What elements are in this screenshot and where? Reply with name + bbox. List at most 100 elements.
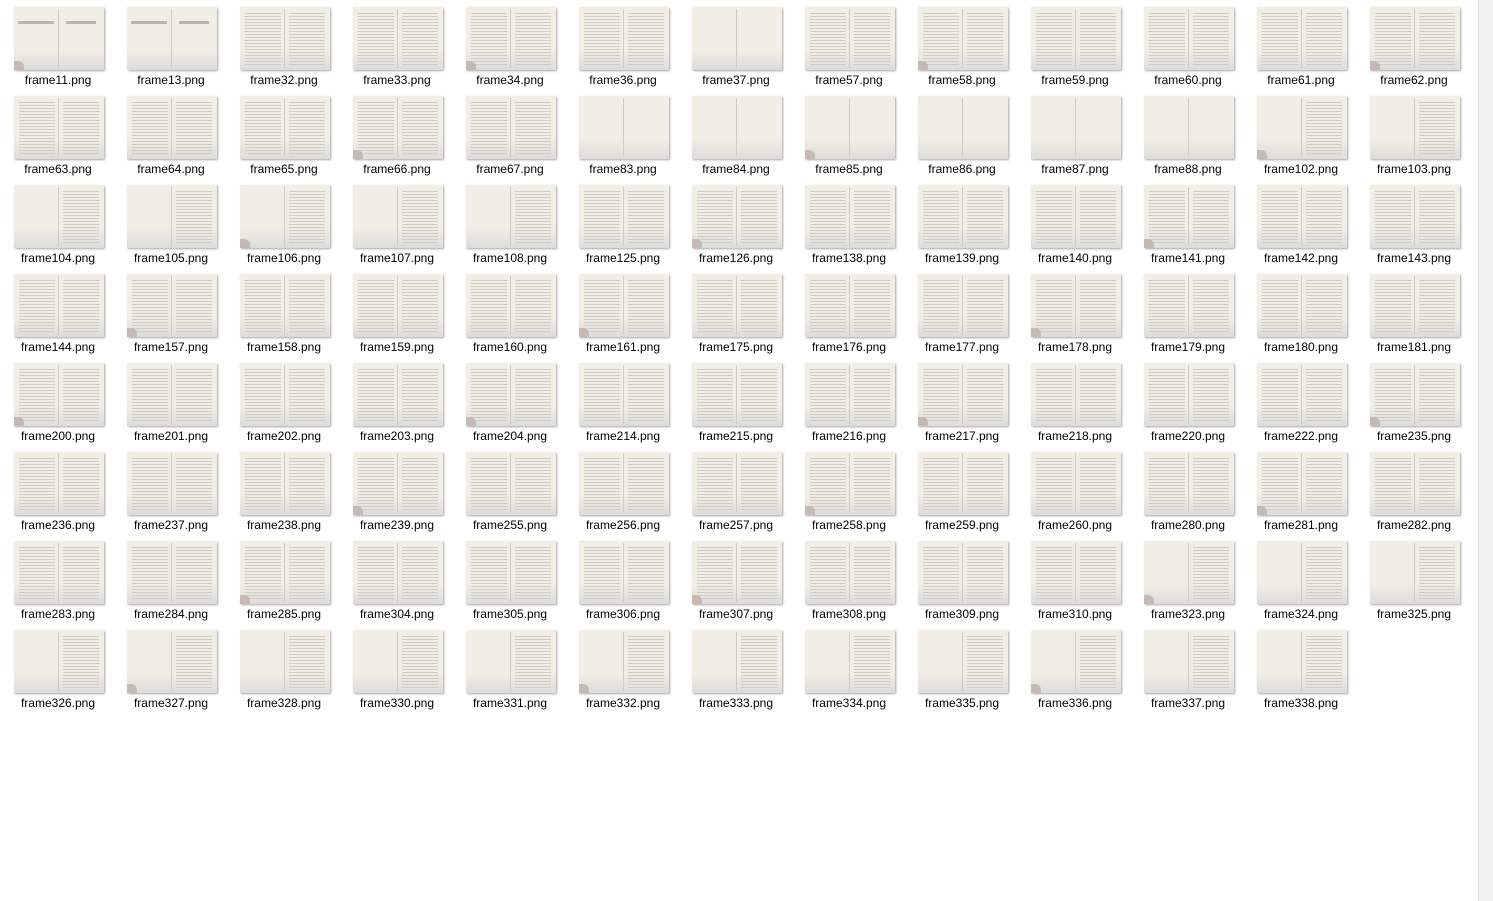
file-item[interactable]: frame125.png: [578, 178, 691, 267]
file-item[interactable]: frame239.png: [352, 445, 465, 534]
file-item[interactable]: frame138.png: [804, 178, 917, 267]
file-item[interactable]: frame259.png: [917, 445, 1030, 534]
file-item[interactable]: frame59.png: [1030, 0, 1143, 89]
file-item[interactable]: frame102.png: [1256, 89, 1369, 178]
file-item[interactable]: frame63.png: [13, 89, 126, 178]
file-item[interactable]: frame203.png: [352, 356, 465, 445]
file-item[interactable]: frame236.png: [13, 445, 126, 534]
file-item[interactable]: frame32.png: [239, 0, 352, 89]
file-item[interactable]: frame58.png: [917, 0, 1030, 89]
file-item[interactable]: frame325.png: [1369, 534, 1482, 623]
file-item[interactable]: frame178.png: [1030, 267, 1143, 356]
file-item[interactable]: frame87.png: [1030, 89, 1143, 178]
file-item[interactable]: frame215.png: [691, 356, 804, 445]
file-item[interactable]: frame307.png: [691, 534, 804, 623]
file-item[interactable]: frame61.png: [1256, 0, 1369, 89]
file-item[interactable]: frame66.png: [352, 89, 465, 178]
file-item[interactable]: frame326.png: [13, 623, 126, 712]
file-item[interactable]: frame283.png: [13, 534, 126, 623]
file-item[interactable]: frame67.png: [465, 89, 578, 178]
file-item[interactable]: frame103.png: [1369, 89, 1482, 178]
file-item[interactable]: frame142.png: [1256, 178, 1369, 267]
file-item[interactable]: frame204.png: [465, 356, 578, 445]
file-item[interactable]: frame235.png: [1369, 356, 1482, 445]
file-item[interactable]: frame336.png: [1030, 623, 1143, 712]
file-item[interactable]: frame306.png: [578, 534, 691, 623]
file-item[interactable]: frame157.png: [126, 267, 239, 356]
file-item[interactable]: frame202.png: [239, 356, 352, 445]
file-item[interactable]: frame330.png: [352, 623, 465, 712]
file-item[interactable]: frame85.png: [804, 89, 917, 178]
file-item[interactable]: frame280.png: [1143, 445, 1256, 534]
file-item[interactable]: frame323.png: [1143, 534, 1256, 623]
file-item[interactable]: frame309.png: [917, 534, 1030, 623]
file-item[interactable]: frame258.png: [804, 445, 917, 534]
file-item[interactable]: frame84.png: [691, 89, 804, 178]
file-item[interactable]: frame33.png: [352, 0, 465, 89]
file-item[interactable]: frame108.png: [465, 178, 578, 267]
file-item[interactable]: frame60.png: [1143, 0, 1256, 89]
file-item[interactable]: frame285.png: [239, 534, 352, 623]
file-item[interactable]: frame161.png: [578, 267, 691, 356]
file-item[interactable]: frame143.png: [1369, 178, 1482, 267]
file-item[interactable]: frame106.png: [239, 178, 352, 267]
file-item[interactable]: frame220.png: [1143, 356, 1256, 445]
file-item[interactable]: frame13.png: [126, 0, 239, 89]
file-item[interactable]: frame305.png: [465, 534, 578, 623]
file-item[interactable]: frame176.png: [804, 267, 917, 356]
file-item[interactable]: frame34.png: [465, 0, 578, 89]
file-item[interactable]: frame337.png: [1143, 623, 1256, 712]
file-item[interactable]: frame222.png: [1256, 356, 1369, 445]
file-item[interactable]: frame11.png: [13, 0, 126, 89]
file-item[interactable]: frame308.png: [804, 534, 917, 623]
file-item[interactable]: frame255.png: [465, 445, 578, 534]
file-item[interactable]: frame177.png: [917, 267, 1030, 356]
file-item[interactable]: frame333.png: [691, 623, 804, 712]
file-item[interactable]: frame65.png: [239, 89, 352, 178]
file-item[interactable]: frame159.png: [352, 267, 465, 356]
file-item[interactable]: frame144.png: [13, 267, 126, 356]
file-item[interactable]: frame332.png: [578, 623, 691, 712]
file-item[interactable]: frame335.png: [917, 623, 1030, 712]
file-item[interactable]: frame200.png: [13, 356, 126, 445]
file-item[interactable]: frame310.png: [1030, 534, 1143, 623]
file-item[interactable]: frame256.png: [578, 445, 691, 534]
file-item[interactable]: frame126.png: [691, 178, 804, 267]
file-item[interactable]: frame37.png: [691, 0, 804, 89]
file-item[interactable]: frame260.png: [1030, 445, 1143, 534]
file-item[interactable]: frame83.png: [578, 89, 691, 178]
file-item[interactable]: frame282.png: [1369, 445, 1482, 534]
file-item[interactable]: frame179.png: [1143, 267, 1256, 356]
file-item[interactable]: frame334.png: [804, 623, 917, 712]
file-item[interactable]: frame214.png: [578, 356, 691, 445]
file-item[interactable]: frame140.png: [1030, 178, 1143, 267]
file-item[interactable]: frame257.png: [691, 445, 804, 534]
file-item[interactable]: frame104.png: [13, 178, 126, 267]
file-item[interactable]: frame141.png: [1143, 178, 1256, 267]
file-item[interactable]: frame201.png: [126, 356, 239, 445]
file-item[interactable]: frame57.png: [804, 0, 917, 89]
file-item[interactable]: frame304.png: [352, 534, 465, 623]
file-item[interactable]: frame88.png: [1143, 89, 1256, 178]
file-item[interactable]: frame158.png: [239, 267, 352, 356]
file-item[interactable]: frame139.png: [917, 178, 1030, 267]
file-item[interactable]: frame64.png: [126, 89, 239, 178]
file-item[interactable]: frame281.png: [1256, 445, 1369, 534]
file-item[interactable]: frame181.png: [1369, 267, 1482, 356]
file-item[interactable]: frame36.png: [578, 0, 691, 89]
file-item[interactable]: frame327.png: [126, 623, 239, 712]
file-item[interactable]: frame324.png: [1256, 534, 1369, 623]
file-item[interactable]: frame160.png: [465, 267, 578, 356]
file-item[interactable]: frame284.png: [126, 534, 239, 623]
file-item[interactable]: frame86.png: [917, 89, 1030, 178]
file-item[interactable]: frame238.png: [239, 445, 352, 534]
file-item[interactable]: frame105.png: [126, 178, 239, 267]
file-item[interactable]: frame237.png: [126, 445, 239, 534]
file-item[interactable]: frame331.png: [465, 623, 578, 712]
file-item[interactable]: frame217.png: [917, 356, 1030, 445]
file-item[interactable]: frame180.png: [1256, 267, 1369, 356]
file-item[interactable]: frame107.png: [352, 178, 465, 267]
file-item[interactable]: frame328.png: [239, 623, 352, 712]
file-item[interactable]: frame338.png: [1256, 623, 1369, 712]
file-item[interactable]: frame175.png: [691, 267, 804, 356]
